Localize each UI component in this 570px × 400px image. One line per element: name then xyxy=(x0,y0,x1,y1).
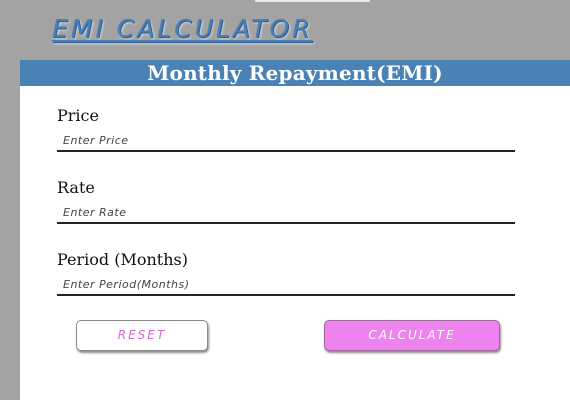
rate-input[interactable] xyxy=(57,202,515,224)
reset-button[interactable]: RESET xyxy=(76,320,208,351)
price-label: Price xyxy=(57,106,99,125)
emi-form-panel: Monthly Repayment(EMI) Price Rate Period… xyxy=(20,60,570,400)
price-field: Price xyxy=(57,106,515,152)
price-input[interactable] xyxy=(57,130,515,152)
rate-label: Rate xyxy=(57,178,95,197)
period-field: Period (Months) xyxy=(57,250,515,296)
top-strip xyxy=(255,0,370,2)
calculate-button[interactable]: CALCULATE xyxy=(324,320,500,351)
app-title: EMI CALCULATOR xyxy=(52,14,313,43)
form-header: Monthly Repayment(EMI) xyxy=(20,60,570,86)
rate-field: Rate xyxy=(57,178,515,224)
period-label: Period (Months) xyxy=(57,250,188,269)
period-input[interactable] xyxy=(57,274,515,296)
